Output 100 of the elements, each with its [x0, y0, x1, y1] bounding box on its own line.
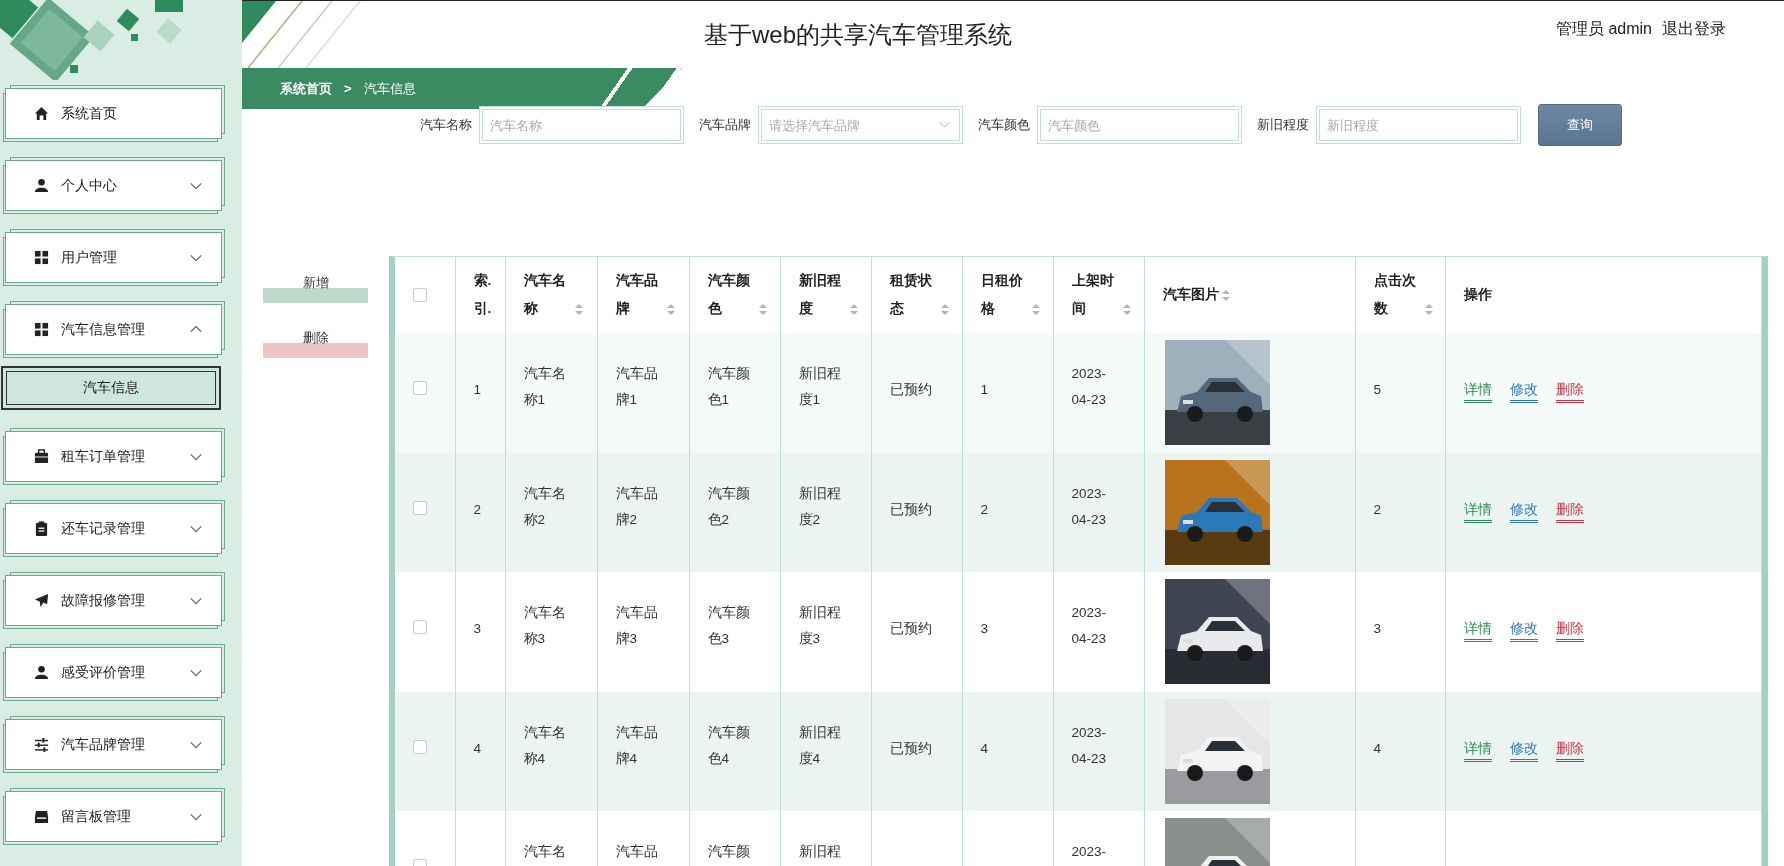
column-header[interactable]: 汽车品牌 — [615, 267, 665, 323]
table-cell: 新旧程 — [798, 844, 841, 859]
table-cell: 汽车名称4 — [523, 724, 566, 766]
table-cell: 新旧程度1 — [798, 366, 841, 407]
menu-item[interactable]: 汽车信息管理 — [5, 304, 222, 355]
sort-icon[interactable] — [849, 303, 860, 316]
menu-item[interactable]: 还车记录管理 — [5, 503, 222, 554]
column-header[interactable]: 汽车名称 — [523, 267, 573, 323]
logout-link[interactable]: 退出登录 — [1662, 19, 1726, 40]
menu-item[interactable]: 租车订单管理 — [5, 431, 222, 482]
sort-icon[interactable] — [1122, 303, 1133, 316]
detail-link[interactable]: 详情 — [1463, 619, 1492, 642]
grid-icon — [34, 322, 49, 337]
detail-link[interactable]: 详情 — [1463, 499, 1492, 523]
delete-link[interactable]: 删除 — [1555, 499, 1584, 523]
menu-item[interactable]: 汽车品牌管理 — [5, 719, 222, 770]
table-cell: 汽车名称1 — [523, 366, 566, 407]
table-cell: 汽车颜色1 — [707, 366, 750, 407]
table-cell: 汽车品牌2 — [615, 485, 658, 527]
column-header[interactable]: 租赁状态 — [889, 267, 939, 323]
sort-icon[interactable] — [574, 303, 585, 316]
table-cell: 3 — [980, 621, 988, 636]
user-label: 管理员 admin — [1555, 19, 1652, 39]
tray-icon — [34, 809, 49, 824]
table-cell: 汽车品牌4 — [615, 724, 658, 766]
sort-icon[interactable] — [1424, 303, 1435, 316]
checkbox[interactable] — [413, 288, 427, 303]
menu-item[interactable]: 感受评价管理 — [5, 647, 222, 698]
paper-plane-icon — [34, 593, 49, 608]
input-field[interactable]: 汽车颜色 — [1037, 106, 1242, 144]
menu-item[interactable]: 个人中心 — [5, 160, 222, 211]
edit-link[interactable]: 修改 — [1509, 619, 1538, 642]
edit-link[interactable]: 修改 — [1509, 738, 1538, 762]
sort-icon[interactable] — [666, 303, 677, 316]
search-button[interactable]: 查询 — [1538, 104, 1622, 146]
checkbox[interactable] — [413, 500, 427, 515]
grid-icon — [34, 250, 49, 265]
breadcrumb-link[interactable]: 汽车信息 — [363, 79, 416, 98]
table-cell: 2023-04-23 — [1071, 485, 1107, 527]
submenu-item[interactable]: 汽车信息 — [1, 366, 221, 410]
input-field[interactable]: 汽车名称 — [479, 106, 684, 144]
menu-item[interactable]: 留言板管理 — [5, 791, 222, 842]
sliders-icon — [34, 737, 49, 752]
checkbox[interactable] — [413, 739, 427, 754]
table-cell: 汽车名 — [523, 844, 566, 859]
checkbox[interactable] — [413, 381, 427, 396]
table-cell: 2023-04-23 — [1071, 366, 1107, 407]
sort-icon[interactable] — [1220, 289, 1231, 302]
field-label: 汽车颜色 — [978, 116, 1030, 134]
table-cell: 2 — [1373, 501, 1381, 517]
sort-icon[interactable] — [758, 303, 769, 316]
sort-icon[interactable] — [940, 303, 951, 316]
table-cell: 2023-04-23 — [1071, 724, 1107, 766]
clipboard-icon — [34, 521, 49, 536]
table-cell: 1 — [980, 382, 988, 397]
table-cell: 3 — [1373, 621, 1381, 636]
menu-item[interactable]: 系统首页 — [5, 88, 222, 139]
table-cell: 4 — [473, 740, 481, 756]
table-cell: 已预约 — [889, 740, 932, 756]
column-header[interactable]: 日租价格 — [980, 267, 1030, 323]
table-cell: 已预约 — [889, 621, 932, 636]
field-label: 汽车名称 — [420, 116, 472, 134]
column-header: 操作 — [1463, 286, 1492, 304]
column-header[interactable]: 汽车图片 — [1162, 281, 1219, 309]
sort-icon[interactable] — [1031, 303, 1042, 316]
table-cell: 5 — [1373, 382, 1381, 397]
table-cell: 2023- — [1071, 844, 1107, 859]
detail-link[interactable]: 详情 — [1463, 380, 1492, 403]
person-icon — [34, 665, 49, 680]
table-cell: 汽车品牌1 — [615, 366, 658, 407]
edit-link[interactable]: 修改 — [1509, 499, 1538, 523]
briefcase-icon — [34, 449, 49, 464]
table-cell: 汽车颜色3 — [707, 605, 750, 646]
delete-link[interactable]: 删除 — [1555, 619, 1584, 642]
edit-link[interactable]: 修改 — [1509, 380, 1538, 403]
menu-item[interactable]: 故障报修管理 — [5, 575, 222, 626]
column-header[interactable]: 点击次数 — [1373, 267, 1423, 323]
detail-link[interactable]: 详情 — [1463, 738, 1492, 762]
checkbox[interactable] — [413, 620, 427, 635]
page-title: 基于web的共享汽车管理系统 — [704, 19, 1013, 50]
field-label: 汽车品牌 — [699, 116, 751, 134]
table-cell: 汽车名称3 — [523, 605, 566, 646]
table-cell: 新旧程度2 — [798, 485, 841, 527]
table-cell: 新旧程度4 — [798, 724, 841, 766]
select-field[interactable]: 请选择汽车品牌 — [758, 106, 963, 144]
breadcrumb-link[interactable]: 系统首页 — [280, 79, 332, 98]
input-field[interactable]: 新旧程度 — [1316, 106, 1521, 144]
table-cell: 已预约 — [889, 501, 932, 517]
delete-link[interactable]: 删除 — [1555, 738, 1584, 762]
field-label: 新旧程度 — [1257, 116, 1309, 134]
table-cell: 汽车颜色4 — [707, 724, 750, 766]
table-cell: 2023-04-23 — [1071, 605, 1107, 646]
delete-link[interactable]: 删除 — [1555, 380, 1584, 403]
home-icon — [34, 106, 49, 121]
column-header[interactable]: 上架时间 — [1071, 267, 1121, 323]
column-header[interactable]: 新旧程度 — [798, 267, 848, 323]
column-header[interactable]: 汽车颜色 — [707, 267, 757, 323]
table-cell: 2 — [473, 501, 481, 517]
menu-item[interactable]: 用户管理 — [5, 232, 222, 283]
table-cell: 4 — [1373, 740, 1381, 756]
